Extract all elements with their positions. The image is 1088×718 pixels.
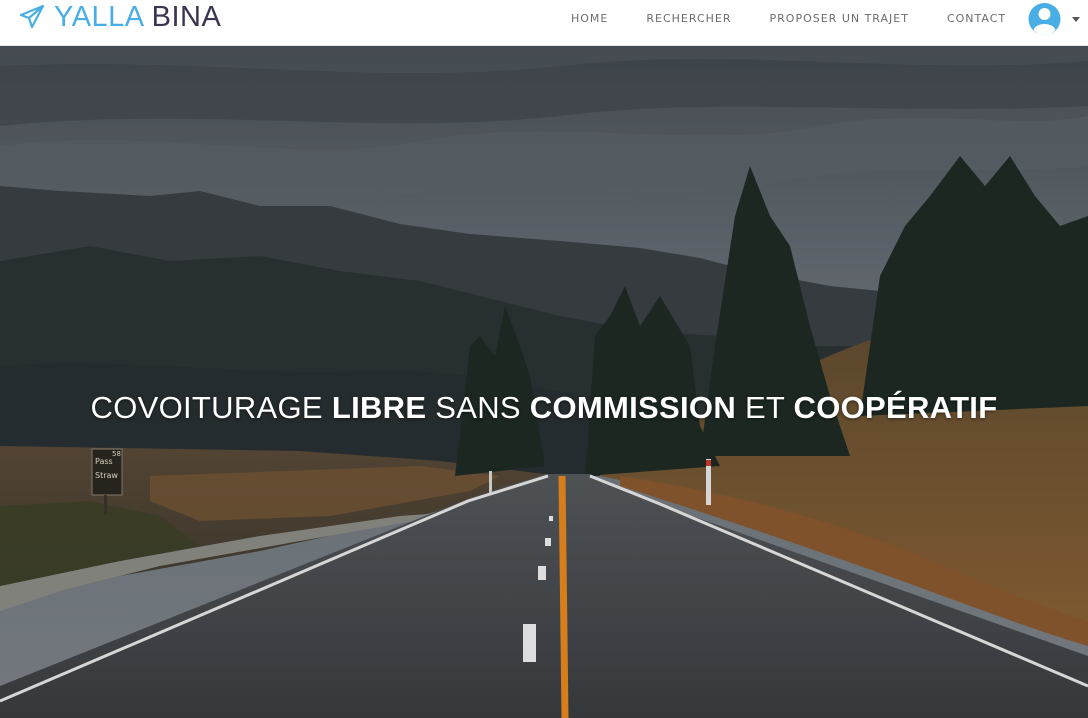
caret-down-icon [1072, 16, 1080, 22]
top-navbar: YALLA BINA HOME RECHERCHER PROPOSER UN T… [0, 0, 1088, 46]
headline-word-covoiturage: COVOITURAGE [90, 390, 323, 425]
brand-name: YALLA BINA [54, 0, 221, 34]
headline-word-libre: LIBRE [331, 390, 427, 425]
hero-banner: Pass Straw 58 COVOITURAGE LIBRE SANS COM… [0, 46, 1088, 718]
headline-word-sans: SANS [435, 390, 521, 425]
nav-home[interactable]: HOME [571, 12, 608, 25]
brand-word-bina: BINA [151, 1, 222, 33]
headline-word-cooperatif: COOPÉRATIF [793, 390, 998, 425]
nav-links: HOME RECHERCHER PROPOSER UN TRAJET CONTA… [571, 12, 1044, 25]
user-menu-toggle[interactable] [1028, 1, 1080, 37]
headline-word-commission: COMMISSION [529, 390, 737, 425]
headline-word-et: ET [744, 390, 785, 425]
nav-rechercher[interactable]: RECHERCHER [646, 12, 731, 25]
brand-word-yalla: YALLA [54, 1, 144, 33]
user-avatar-icon [1028, 3, 1061, 35]
nav-proposer-un-trajet[interactable]: PROPOSER UN TRAJET [770, 12, 909, 25]
brand-logo[interactable]: YALLA BINA [18, 0, 221, 34]
hero-background-road-image: Pass Straw 58 [0, 46, 1088, 718]
paper-plane-icon [19, 4, 45, 29]
hero-headline: COVOITURAGE LIBRE SANS COMMISSION ET COO… [0, 390, 1088, 426]
nav-contact[interactable]: CONTACT [947, 12, 1006, 25]
